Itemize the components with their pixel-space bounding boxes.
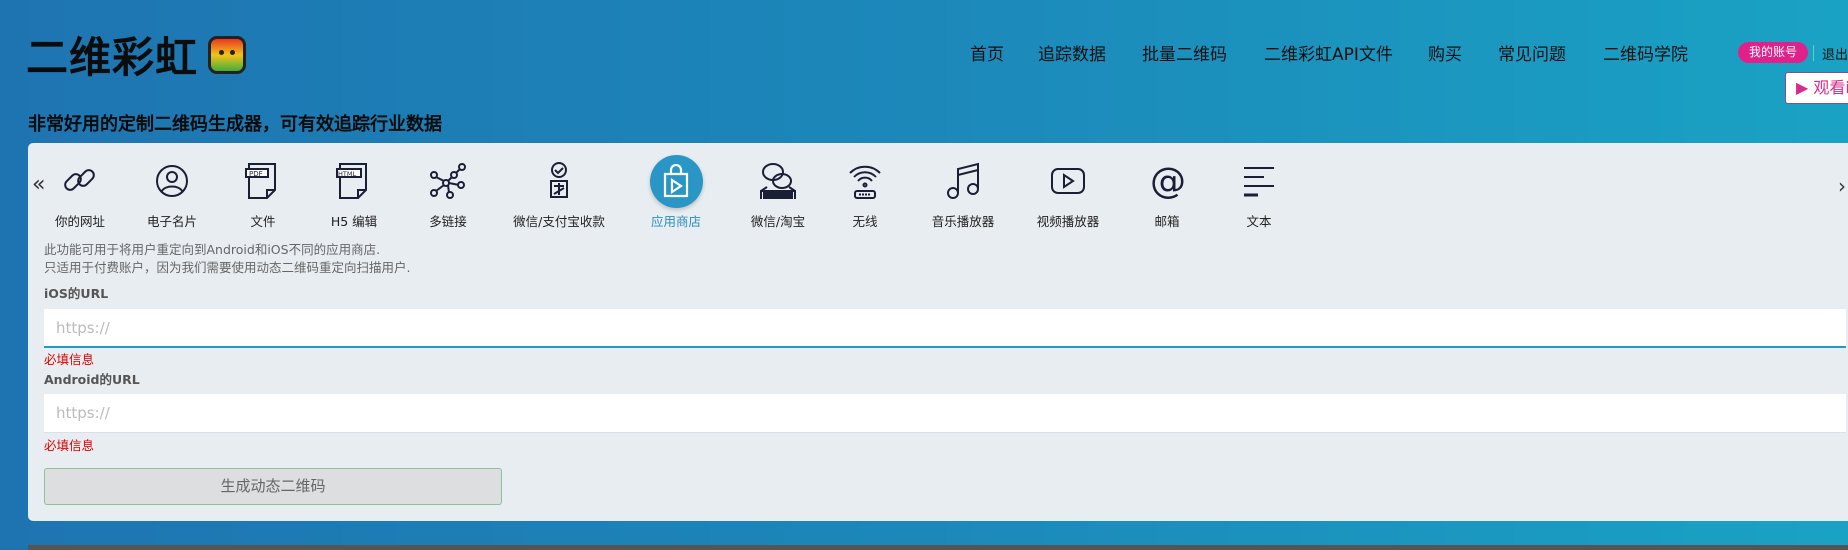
generate-button[interactable]: 生成动态二维码 <box>44 468 502 505</box>
svg-text:PDF: PDF <box>249 170 263 178</box>
ios-url-input[interactable] <box>44 309 1846 348</box>
ios-error: 必填信息 <box>44 352 95 367</box>
android-url-label: Android的URL <box>44 372 140 387</box>
active-indicator <box>649 154 703 208</box>
svg-text:HTML: HTML <box>338 170 356 178</box>
logout-link[interactable]: 退出 <box>1822 44 1848 63</box>
description: 此功能可用于将用户重定向到Android和iOS不同的应用商店. <box>44 242 381 257</box>
nav-buy[interactable]: 购买 <box>1428 40 1462 65</box>
qr-type-label: 文本 <box>1246 214 1272 229</box>
account-button[interactable]: 我的账号 <box>1738 42 1808 63</box>
qr-type-label: 无线 <box>852 214 878 229</box>
watch-video-button[interactable]: ▶ 观看i <box>1785 72 1848 104</box>
ios-url-label: iOS的URL <box>44 286 109 301</box>
music-icon <box>908 155 1018 207</box>
page-subtitle: 非常好用的定制二维码生成器，可有效追踪行业数据 <box>28 114 442 135</box>
text-icon <box>1204 155 1314 207</box>
logo[interactable]: 二维彩虹 <box>26 24 247 85</box>
video-icon <box>1013 155 1123 207</box>
payment-icon <box>504 155 614 207</box>
nav-faq[interactable]: 常见问题 <box>1498 40 1566 65</box>
multi-link-icon <box>393 155 503 207</box>
wifi-icon <box>810 155 920 207</box>
divider <box>1813 45 1814 61</box>
qr-type-label: 应用商店 <box>650 214 701 229</box>
svg-text:@: @ <box>1150 161 1185 201</box>
android-error: 必填信息 <box>44 438 95 453</box>
bear-logo-icon <box>208 35 247 74</box>
qr-type-music[interactable]: 音乐播放器 <box>908 155 1018 230</box>
qr-type-label: 视频播放器 <box>1036 214 1100 229</box>
footer-strip <box>28 545 1848 550</box>
qr-type-label: 音乐播放器 <box>931 214 995 229</box>
nav-academy[interactable]: 二维码学院 <box>1603 40 1688 65</box>
qr-type-label: 多链接 <box>429 214 467 229</box>
nav-batch[interactable]: 批量二维码 <box>1142 40 1227 65</box>
qr-type-app-store[interactable]: 应用商店 <box>621 154 731 230</box>
nav-home[interactable]: 首页 <box>970 40 1004 65</box>
nav-api[interactable]: 二维彩虹API文件 <box>1264 40 1393 65</box>
qr-type-payment[interactable]: 微信/支付宝收款 <box>504 155 614 230</box>
scroll-right-icon[interactable]: › <box>1838 174 1846 198</box>
description: 只适用于付费账户，因为我们需要使用动态二维码重定向扫描用户. <box>44 260 411 275</box>
qr-type-text[interactable]: 文本 <box>1204 155 1314 230</box>
qr-type-label: 微信/支付宝收款 <box>513 214 605 229</box>
nav-tracking[interactable]: 追踪数据 <box>1038 40 1106 65</box>
android-url-input[interactable] <box>44 394 1846 433</box>
qr-type-video[interactable]: 视频播放器 <box>1013 155 1123 230</box>
qr-type-multi-link[interactable]: 多链接 <box>393 155 503 230</box>
app-store-icon <box>621 154 731 208</box>
qr-type-wifi[interactable]: 无线 <box>810 155 920 230</box>
